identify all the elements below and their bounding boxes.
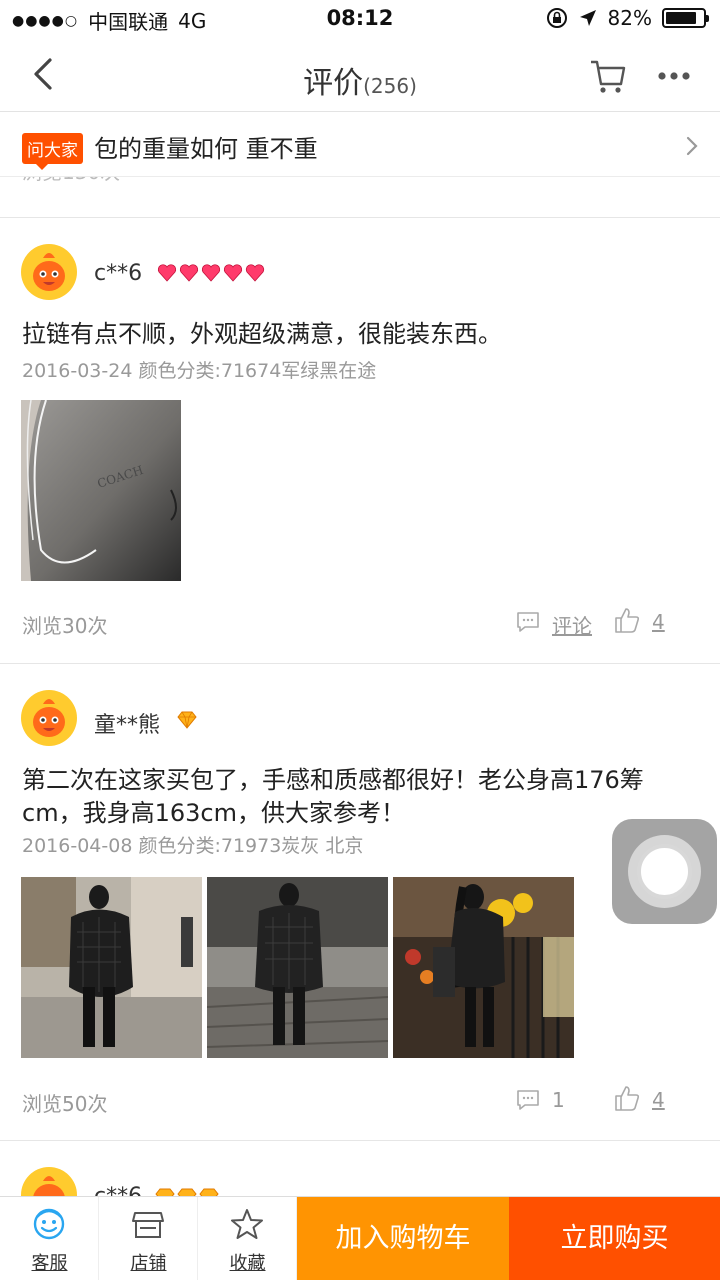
review-meta: 2016-03-24 颜色分类:71674军绿黑在途	[22, 360, 377, 382]
user-level-diamond	[176, 710, 198, 730]
review-photo[interactable]	[393, 877, 574, 1058]
backpack-photo-image	[207, 877, 388, 1058]
rotation-lock-icon	[546, 8, 567, 28]
add-to-cart-button[interactable]: 加入购物车	[297, 1197, 509, 1280]
shop-icon	[132, 1212, 164, 1238]
assistive-touch-core	[637, 844, 692, 899]
review-photo[interactable]	[21, 877, 202, 1058]
backpack-photo-image	[393, 877, 574, 1058]
review-photo[interactable]	[207, 877, 388, 1058]
like-count[interactable]: 4	[652, 610, 665, 634]
backpack-photo-image	[21, 877, 202, 1058]
status-bar: ●●●●○ 中国联通 4G 08:12 82%	[0, 0, 720, 40]
review-item: c**6	[0, 1141, 720, 1196]
avatar[interactable]	[21, 244, 77, 300]
ask-everyone-bar[interactable]: 问大家 包的重量如何 重不重	[0, 113, 720, 177]
bag-photo-image: COACH	[21, 400, 181, 581]
tab-shop-label: 店铺	[130, 1253, 167, 1274]
star-icon	[231, 1209, 263, 1239]
battery-percent: 82%	[607, 6, 652, 30]
battery-icon	[662, 8, 709, 28]
comment-icon[interactable]	[516, 610, 540, 634]
avatar[interactable]	[21, 690, 77, 746]
user-level-hearts	[156, 262, 266, 284]
review-footer: 浏览50次 1 4	[0, 1082, 720, 1122]
reviewer-name: 童**熊	[94, 713, 161, 738]
review-footer: 浏览30次 评论 4	[0, 604, 720, 644]
view-count: 浏览50次	[22, 1092, 108, 1116]
view-count: 浏览30次	[22, 614, 108, 638]
like-count[interactable]: 4	[652, 1088, 665, 1112]
bottom-action-bar: 客服 店铺 收藏 加入购物车 立即购买	[0, 1196, 720, 1280]
comment-link[interactable]: 评论	[552, 610, 592, 639]
diamond-icon	[155, 1188, 219, 1196]
ask-tag: 问大家	[22, 133, 83, 170]
battery-fill	[666, 12, 696, 24]
reviewer-name: c**6	[94, 261, 143, 286]
customer-service-icon	[33, 1208, 65, 1240]
tab-customer-service-label: 客服	[31, 1253, 68, 1274]
heart-icon	[157, 264, 265, 282]
location-icon	[579, 10, 596, 26]
thumbs-up-icon[interactable]	[614, 1084, 640, 1112]
tab-favorite[interactable]: 收藏	[198, 1197, 297, 1280]
more-icon[interactable]	[656, 58, 692, 94]
review-meta: 2016-04-08 颜色分类:71973炭灰 北京	[22, 835, 364, 857]
review-text: 拉链有点不顺，外观超级满意，很能装东西。	[22, 320, 502, 348]
status-right: 82%	[546, 6, 709, 30]
review-count: (256)	[363, 74, 417, 98]
tab-shop[interactable]: 店铺	[99, 1197, 198, 1280]
tab-favorite-label: 收藏	[229, 1253, 266, 1274]
assistive-touch-button[interactable]	[612, 819, 717, 924]
page-title-text: 评价	[303, 66, 364, 101]
thumbs-up-icon[interactable]	[614, 606, 640, 634]
ask-question: 包的重量如何 重不重	[94, 135, 318, 163]
tab-customer-service[interactable]: 客服	[0, 1197, 99, 1280]
chevron-right-icon	[686, 136, 698, 156]
comment-count[interactable]: 1	[552, 1088, 565, 1112]
diamond-icon	[177, 711, 197, 729]
comment-icon[interactable]	[516, 1088, 540, 1112]
user-level-diamonds	[154, 1187, 220, 1196]
reviewer-name: c**6	[94, 1184, 142, 1196]
review-text: 第二次在这家买包了，手感和质感都很好！老公身高176筹cm，我身高163cm，供…	[22, 766, 644, 827]
review-item: c**6 拉链有点不顺，外观超级满意，很能装东西。 2016-03-24 颜色分…	[0, 218, 720, 663]
avatar[interactable]	[21, 1167, 77, 1196]
buy-now-button[interactable]: 立即购买	[509, 1197, 720, 1280]
review-photo[interactable]: COACH	[21, 400, 181, 581]
cart-icon[interactable]	[588, 56, 628, 96]
nav-bar: 评价(256)	[0, 40, 720, 112]
